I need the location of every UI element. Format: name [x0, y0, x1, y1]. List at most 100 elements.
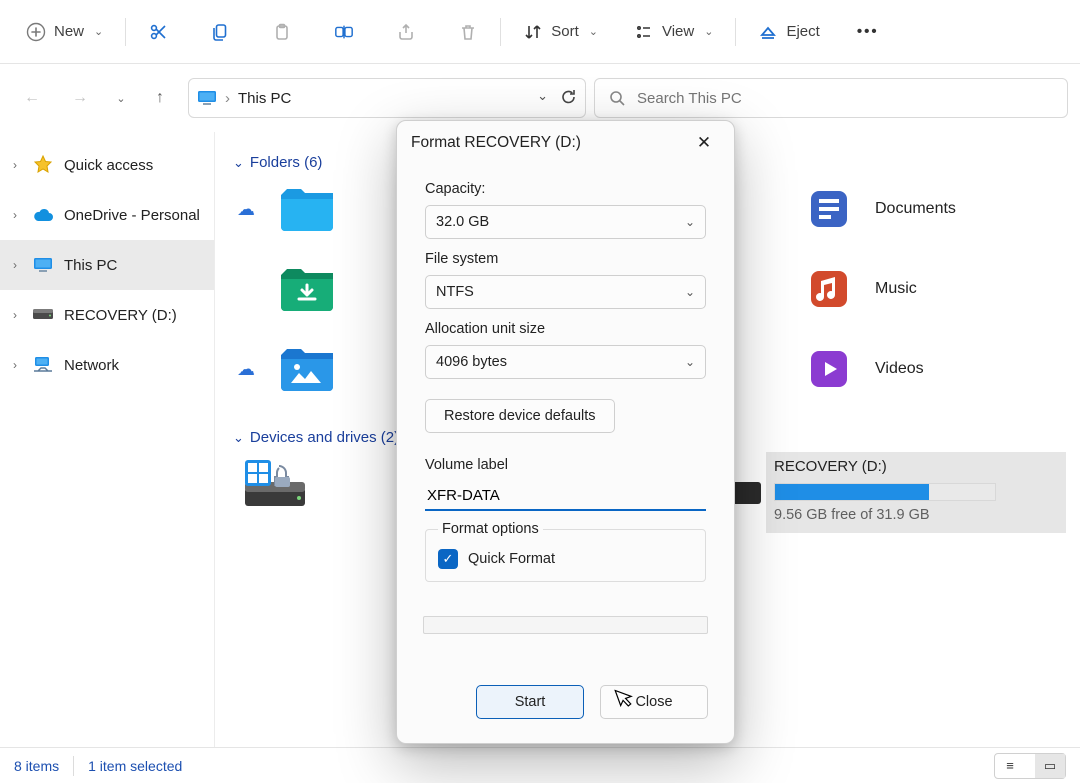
chevron-right-icon[interactable]: ›	[8, 358, 22, 372]
volume-label-label: Volume label	[425, 457, 706, 473]
allocation-label: Allocation unit size	[425, 321, 706, 337]
checkbox-checked-icon: ✓	[438, 549, 458, 569]
new-button[interactable]: New ⌄	[16, 16, 113, 48]
quick-format-label: Quick Format	[468, 551, 555, 567]
pc-icon	[197, 88, 217, 108]
search-box[interactable]: Search This PC	[594, 78, 1068, 118]
chevron-right-icon[interactable]: ›	[8, 308, 22, 322]
nav-tree: › Quick access › OneDrive - Personal › T…	[0, 132, 215, 747]
close-dialog-button[interactable]: Close	[600, 685, 708, 719]
status-count: 8 items	[14, 758, 59, 774]
allocation-value: 4096 bytes	[436, 354, 507, 370]
forward-button[interactable]: →	[60, 78, 100, 118]
filesystem-label: File system	[425, 251, 706, 267]
rename-button[interactable]	[324, 16, 364, 48]
sort-button[interactable]: Sort ⌄	[513, 16, 608, 48]
back-button[interactable]: ←	[12, 78, 52, 118]
search-icon	[607, 88, 627, 108]
restore-defaults-button[interactable]: Restore device defaults	[425, 399, 615, 433]
chevron-down-icon: ⌄	[94, 25, 103, 38]
sidebar-item-recovery[interactable]: › RECOVERY (D:)	[0, 290, 214, 340]
breadcrumb-sep: ›	[225, 90, 230, 107]
address-bar[interactable]: › This PC ⌄	[188, 78, 586, 118]
volume-label-input[interactable]	[425, 481, 706, 511]
drive-usage-bar	[774, 483, 996, 501]
format-dialog: Format RECOVERY (D:) ✕ Capacity: 32.0 GB…	[396, 120, 735, 744]
delete-button	[448, 16, 488, 48]
view-toggle[interactable]: ≡ ▭	[994, 753, 1066, 779]
status-selection: 1 item selected	[88, 758, 182, 774]
drive-icon	[32, 304, 54, 326]
sync-cloud-icon: ☁	[237, 359, 261, 380]
cut-button[interactable]	[138, 16, 178, 48]
chevron-down-icon: ⌄	[233, 155, 244, 171]
rename-icon	[334, 22, 354, 42]
new-label: New	[54, 23, 84, 40]
quick-format-checkbox[interactable]: ✓ Quick Format	[438, 549, 693, 569]
chevron-right-icon[interactable]: ›	[8, 158, 22, 172]
sidebar-item-onedrive[interactable]: › OneDrive - Personal	[0, 190, 214, 240]
separator	[73, 756, 74, 776]
pc-icon	[32, 254, 54, 276]
filesystem-select[interactable]: NTFS ⌄	[425, 275, 706, 309]
details-view-icon[interactable]: ≡	[995, 754, 1025, 778]
filesystem-value: NTFS	[436, 284, 474, 300]
view-icon	[634, 22, 654, 42]
eject-button[interactable]: Eject	[748, 16, 829, 48]
drive-item-recovery[interactable]: RECOVERY (D:) 9.56 GB free of 31.9 GB	[766, 452, 1066, 533]
copy-icon	[210, 22, 230, 42]
more-button[interactable]: •••	[848, 16, 888, 48]
up-button[interactable]: ↑	[140, 78, 180, 118]
copy-button[interactable]	[200, 16, 240, 48]
scissors-icon	[148, 22, 168, 42]
sort-label: Sort	[551, 23, 579, 40]
chevron-down-icon: ⌄	[704, 25, 713, 38]
sidebar-item-this-pc[interactable]: › This PC	[0, 240, 214, 290]
folder-item-videos[interactable]: Videos	[797, 343, 1057, 395]
share-icon	[396, 22, 416, 42]
separator	[735, 18, 736, 46]
eject-label: Eject	[786, 23, 819, 40]
allocation-select[interactable]: 4096 bytes ⌄	[425, 345, 706, 379]
separator	[500, 18, 501, 46]
sidebar-item-label: Network	[64, 357, 119, 374]
start-button[interactable]: Start	[476, 685, 584, 719]
chevron-right-icon[interactable]: ›	[8, 208, 22, 222]
format-options-legend: Format options	[438, 521, 543, 537]
chevron-down-icon: ⌄	[589, 25, 598, 38]
star-icon	[32, 154, 54, 176]
sidebar-item-quick-access[interactable]: › Quick access	[0, 140, 214, 190]
close-button[interactable]: ✕	[688, 127, 720, 159]
documents-icon	[797, 183, 861, 235]
cloud-icon	[32, 204, 54, 226]
downloads-icon	[275, 263, 339, 315]
search-placeholder: Search This PC	[637, 90, 742, 107]
sidebar-item-label: This PC	[64, 257, 117, 274]
folder-item-documents[interactable]: Documents	[797, 183, 1057, 235]
chevron-down-icon: ⌄	[685, 285, 695, 299]
status-bar: 8 items 1 item selected ≡ ▭	[0, 747, 1080, 783]
folder-item-music[interactable]: Music	[797, 263, 1057, 315]
os-drive-icon	[237, 458, 313, 510]
sidebar-item-network[interactable]: › Network	[0, 340, 214, 390]
folder-label: Documents	[875, 200, 956, 218]
sidebar-item-label: RECOVERY (D:)	[64, 307, 177, 324]
breadcrumb-location[interactable]: This PC	[238, 90, 291, 107]
clipboard-icon	[272, 22, 292, 42]
close-icon: ✕	[697, 133, 711, 153]
refresh-button[interactable]	[560, 88, 577, 109]
chevron-right-icon[interactable]: ›	[8, 258, 22, 272]
tiles-view-icon[interactable]: ▭	[1035, 754, 1065, 778]
view-button[interactable]: View ⌄	[624, 16, 723, 48]
separator	[125, 18, 126, 46]
drive-subtitle: 9.56 GB free of 31.9 GB	[774, 507, 1058, 523]
network-icon	[32, 354, 54, 376]
progress-bar	[423, 616, 708, 634]
chevron-down-icon[interactable]: ⌄	[537, 88, 548, 109]
recent-dropdown[interactable]: ⌄	[108, 78, 132, 118]
capacity-label: Capacity:	[425, 181, 706, 197]
chevron-down-icon: ⌄	[685, 355, 695, 369]
section-title: Folders (6)	[250, 154, 323, 171]
capacity-value: 32.0 GB	[436, 214, 489, 230]
capacity-select[interactable]: 32.0 GB ⌄	[425, 205, 706, 239]
